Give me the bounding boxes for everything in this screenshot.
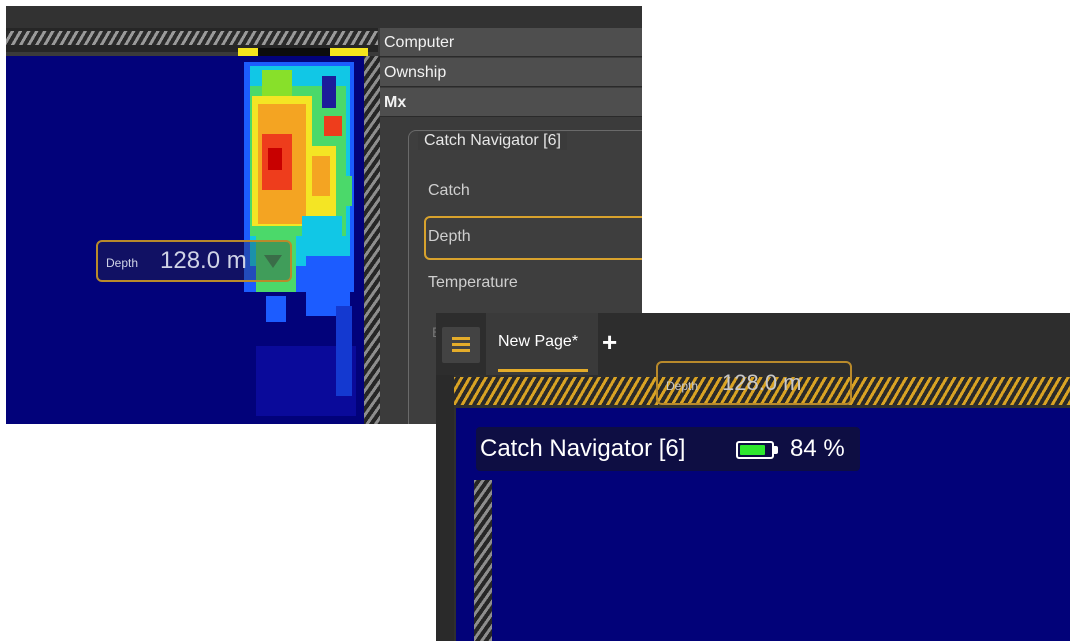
range-marker-right[interactable] [330,48,368,56]
depth-label: Depth [106,256,139,270]
range-marker-left[interactable] [238,48,258,56]
range-marker-mid [258,48,330,56]
depth-value: 128.0 m [160,247,247,274]
depth-readout-overlay[interactable]: Depth 128.0 m [656,361,852,405]
depth-handle-icon[interactable] [264,255,282,268]
top-bar [6,6,642,28]
menu-item-computer[interactable]: Computer [380,28,642,57]
menu-item-ownship[interactable]: Ownship [380,58,642,87]
battery-nub [774,446,778,454]
option-temperature[interactable]: Temperature [428,274,518,292]
right-screenshot: New Page* + Depth 128.0 m Catch Navigato… [436,313,1070,641]
status-title: Catch Navigator [6] [480,435,686,462]
hamburger-icon[interactable] [442,327,480,363]
tab-label: New Page* [498,333,579,350]
plus-icon[interactable]: + [602,327,617,358]
battery-percent: 84 % [790,435,845,462]
depth-label: Depth [666,379,699,393]
status-pill: Catch Navigator [6] 84 % [476,427,860,471]
tab-new-page[interactable]: New Page* [486,313,598,375]
echo-cloud [244,62,356,416]
option-catch[interactable]: Catch [428,182,470,200]
battery-fill [740,445,765,455]
ruler-hatch [6,31,378,45]
group-title: Catch Navigator [6] [418,132,567,150]
battery-icon [736,441,774,459]
tab-active-indicator [498,369,588,372]
option-depth[interactable]: Depth [428,228,471,246]
depth-readout[interactable]: Depth 128.0 m [96,240,292,282]
depth-value: 128.0 m [722,370,802,395]
frame-left-edge [436,375,454,641]
menu-item-mx[interactable]: Mx [380,88,642,117]
inner-scale-strip[interactable] [474,480,492,641]
